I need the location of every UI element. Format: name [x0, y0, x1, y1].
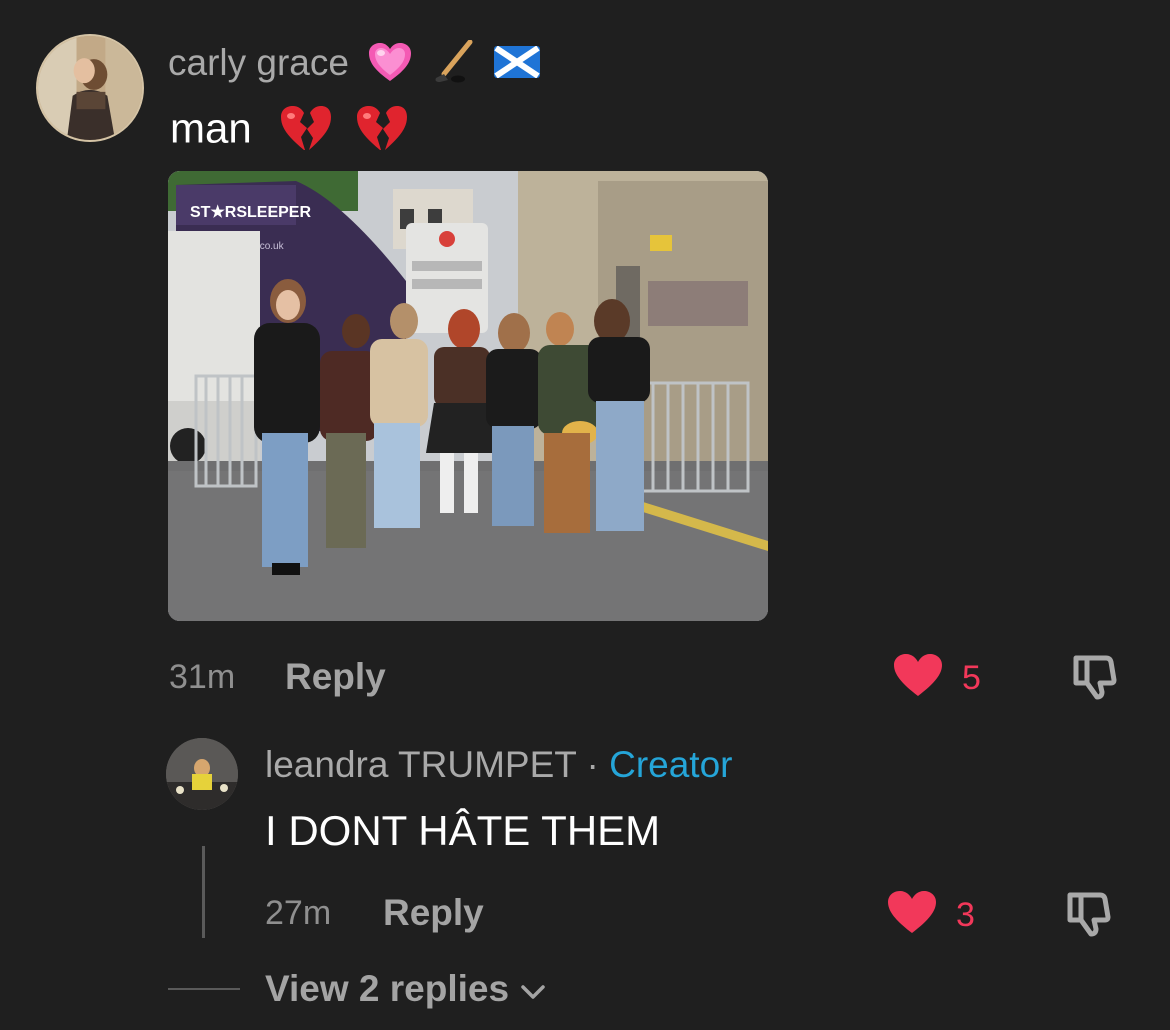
- comment-body: man: [170, 104, 252, 152]
- thumbs-down-icon: [1064, 892, 1118, 941]
- view-replies-button[interactable]: View 2 replies: [265, 970, 547, 1007]
- thumbs-down-icon: [1070, 655, 1124, 704]
- reply-avatar[interactable]: [166, 738, 238, 810]
- reply-text: I DONT HÂTE THEM: [265, 807, 661, 854]
- reply-button[interactable]: Reply: [285, 658, 386, 695]
- bus-brand: ST★RSLEEPER: [190, 204, 311, 221]
- username-text: carly grace: [168, 41, 349, 83]
- separator-dot: ·: [586, 744, 599, 785]
- heart-icon: [886, 889, 938, 940]
- reply-button[interactable]: Reply: [383, 894, 484, 931]
- like-count: 5: [962, 658, 981, 697]
- broken-heart-icon: [279, 104, 333, 159]
- view-replies-label: View 2 replies: [265, 968, 510, 1009]
- pink-heart-icon: [367, 41, 413, 89]
- comment-photo[interactable]: ST★RSLEEPER starsleeper.co.uk: [168, 171, 768, 621]
- creator-badge: Creator: [609, 744, 733, 785]
- heart-icon: [892, 652, 944, 703]
- comment-text: man: [170, 104, 409, 159]
- broken-heart-icon: [355, 104, 409, 159]
- like-button[interactable]: 5: [892, 652, 981, 703]
- comment-username[interactable]: carly grace: [168, 39, 540, 90]
- dislike-button[interactable]: [1070, 652, 1124, 705]
- avatar[interactable]: [36, 34, 144, 142]
- scotland-flag-icon: [493, 45, 540, 84]
- like-count: 3: [956, 895, 975, 934]
- reply-like-button[interactable]: 3: [886, 889, 975, 940]
- divider: [168, 988, 240, 990]
- comment-timestamp: 31m: [169, 658, 236, 696]
- reply-dislike-button[interactable]: [1064, 889, 1118, 942]
- chevron-down-icon: [509, 970, 547, 1007]
- hockey-stick-icon: [432, 39, 476, 90]
- reply-username[interactable]: leandra TRUMPET · Creator: [265, 746, 732, 783]
- reply-timestamp: 27m: [265, 894, 332, 932]
- username-text: leandra TRUMPET: [265, 744, 577, 785]
- thread-connector: [202, 846, 205, 938]
